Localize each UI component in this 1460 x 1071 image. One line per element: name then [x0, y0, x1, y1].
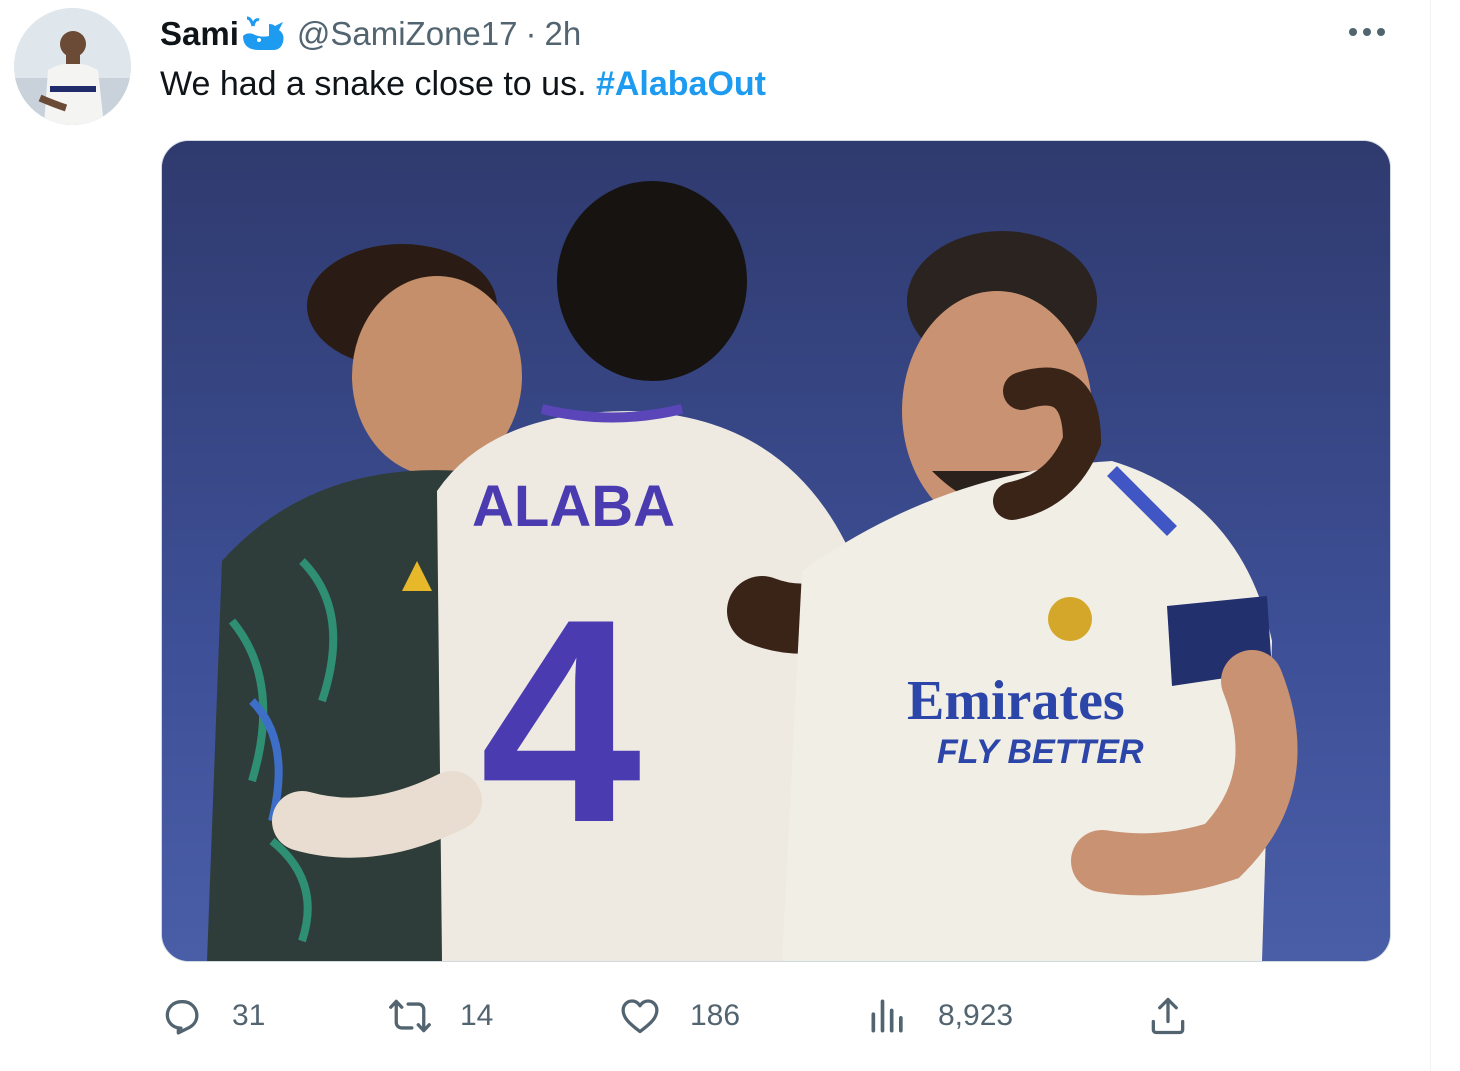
heart-icon: [621, 999, 659, 1034]
like-count: 186: [690, 999, 741, 1032]
retweet-icon: [389, 999, 431, 1033]
tweet-time[interactable]: 2h: [544, 15, 581, 53]
share-icon: [1151, 997, 1185, 1035]
tweet-header: Sami @SamiZone17 · 2h: [160, 14, 581, 54]
tweet-media-photo[interactable]: ALABA 4 Emirates FLY BETTER: [161, 140, 1391, 962]
views-count: 8,923: [938, 999, 1014, 1032]
retweet-count: 14: [460, 999, 494, 1032]
reply-count: 31: [232, 999, 266, 1032]
jersey-number: 4: [480, 559, 643, 883]
reply-button[interactable]: 31: [160, 990, 265, 1042]
more-options-button[interactable]: [1345, 14, 1389, 50]
reply-icon: [165, 1000, 199, 1035]
like-button[interactable]: 186: [618, 990, 740, 1042]
views-button[interactable]: 8,923: [866, 990, 1013, 1042]
sponsor-fly-better: FLY BETTER: [937, 733, 1144, 771]
author-handle[interactable]: @SamiZone17: [297, 15, 518, 53]
tweet-actions-bar: 31 14 186 8,923: [160, 990, 1210, 1042]
more-options-icon: [1349, 28, 1385, 36]
tweet-text-body: We had a snake close to us.: [160, 65, 587, 103]
tweet-text: We had a snake close to us. #AlabaOut: [160, 62, 766, 106]
retweet-button[interactable]: 14: [388, 990, 493, 1042]
hashtag-link[interactable]: #AlabaOut: [596, 65, 766, 103]
avatar[interactable]: [14, 8, 131, 125]
views-chart-icon: [871, 999, 903, 1033]
whale-badge-icon: [242, 16, 284, 50]
share-button[interactable]: [1146, 990, 1190, 1042]
sponsor-emirates: Emirates: [907, 670, 1125, 732]
jersey-name: ALABA: [472, 474, 675, 539]
display-name[interactable]: Sami: [160, 15, 239, 53]
tweet-card[interactable]: Sami @SamiZone17 · 2h We had a snake clo…: [0, 0, 1431, 1071]
separator-dot: ·: [525, 15, 537, 52]
